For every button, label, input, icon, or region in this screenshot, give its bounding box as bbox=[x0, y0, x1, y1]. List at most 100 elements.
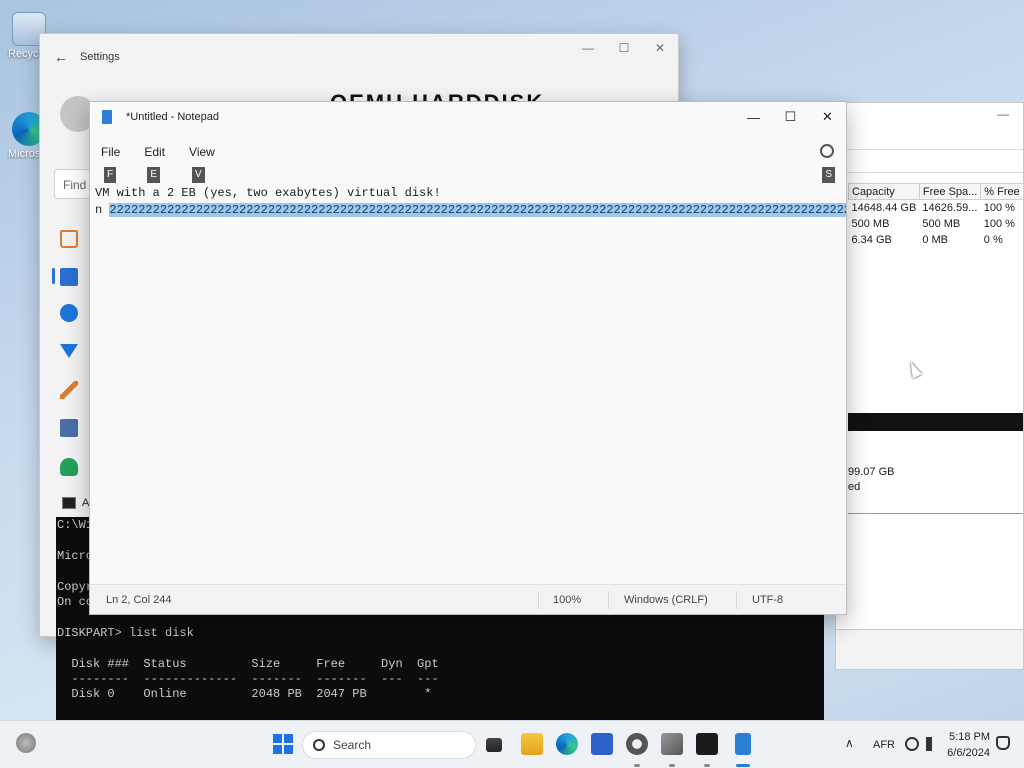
file-explorer-icon[interactable] bbox=[521, 733, 543, 755]
cursor-position: Ln 2, Col 244 bbox=[106, 593, 172, 606]
table-cell: 0 % bbox=[983, 233, 1003, 246]
column-header[interactable]: Free Spa... bbox=[918, 183, 982, 200]
divider bbox=[736, 591, 737, 609]
minimize-button[interactable]: — bbox=[570, 34, 606, 62]
menu-label: File bbox=[101, 145, 121, 159]
window-controls: — ☐ ✕ bbox=[735, 102, 846, 132]
notification-icon[interactable] bbox=[996, 736, 1010, 750]
running-indicator bbox=[704, 764, 710, 767]
maximize-button[interactable]: ☐ bbox=[772, 102, 809, 132]
terminal-icon bbox=[62, 497, 76, 509]
table-cell: 14626.59... bbox=[922, 201, 978, 214]
toolbar bbox=[836, 149, 1023, 173]
table-cell: 500 MB bbox=[851, 217, 890, 230]
start-icon[interactable] bbox=[273, 734, 293, 754]
network-icon[interactable] bbox=[60, 344, 78, 358]
store-icon[interactable] bbox=[591, 733, 613, 755]
edge-desktop-icon[interactable]: Microsoft Edge bbox=[0, 112, 81, 160]
menu-view[interactable]: View V bbox=[189, 145, 215, 183]
menu-label: View bbox=[189, 145, 215, 159]
minimize-button[interactable]: — bbox=[997, 107, 1009, 121]
disk-status: ed bbox=[848, 481, 861, 493]
table-cell: 100 % bbox=[983, 217, 1015, 230]
time: 5:18 PM bbox=[949, 731, 990, 743]
back-arrow-icon[interactable]: ← bbox=[54, 49, 80, 65]
bluetooth-icon[interactable] bbox=[60, 304, 78, 322]
legend-bar bbox=[836, 629, 1023, 669]
zoom-level[interactable]: 100% bbox=[553, 594, 581, 606]
table-cell: 14648.44 GB bbox=[851, 201, 917, 214]
home-icon[interactable] bbox=[60, 230, 78, 248]
menu-bar: File F Edit E View V S bbox=[90, 132, 846, 183]
menu-edit[interactable]: Edit E bbox=[144, 145, 166, 183]
maximize-button[interactable]: ☐ bbox=[606, 34, 642, 62]
settings-icon[interactable] bbox=[626, 733, 648, 755]
text-line: n 22222222222222222222222222222222222222… bbox=[90, 202, 846, 219]
edge-icon[interactable] bbox=[556, 733, 578, 755]
keytip-badge: S bbox=[822, 167, 835, 183]
personalization-icon[interactable] bbox=[60, 381, 78, 399]
accounts-icon[interactable] bbox=[60, 458, 78, 476]
table-cell: 500 MB bbox=[922, 217, 961, 230]
line-ending[interactable]: Windows (CRLF) bbox=[624, 594, 708, 606]
computer-management-icon[interactable] bbox=[661, 733, 683, 755]
keytip-badge: F bbox=[104, 167, 117, 183]
disk-management-window: — Capacity Free Spa... % Free 14648.44 G… bbox=[835, 102, 1024, 670]
close-button[interactable]: ✕ bbox=[809, 102, 846, 132]
minimize-button[interactable]: — bbox=[735, 102, 772, 132]
search-label: Search bbox=[333, 738, 372, 752]
table-cell: 100 % bbox=[983, 201, 1015, 214]
disk-size: 99.07 GB bbox=[848, 466, 895, 478]
recycle-bin-desktop-icon[interactable]: Recycle bbox=[0, 12, 48, 60]
notepad-titlebar[interactable]: *Untitled - Notepad — ☐ ✕ bbox=[90, 102, 846, 132]
volume-icon[interactable] bbox=[926, 737, 938, 751]
apps-icon[interactable] bbox=[60, 419, 78, 437]
gear-icon[interactable] bbox=[820, 144, 834, 158]
divider bbox=[538, 591, 539, 609]
active-indicator bbox=[736, 764, 750, 767]
notepad-window: *Untitled - Notepad — ☐ ✕ File F Edit E … bbox=[89, 101, 847, 615]
settings-window-controls: — ☐ ✕ bbox=[570, 34, 678, 62]
task-view-icon[interactable] bbox=[486, 738, 502, 752]
keytip-badge: E bbox=[147, 167, 161, 183]
network-icon[interactable] bbox=[905, 737, 919, 751]
desktop-icon-label: Recycle bbox=[8, 48, 48, 60]
text-line: VM with a 2 EB (yes, two exabytes) virtu… bbox=[95, 186, 441, 200]
disk-bar bbox=[848, 413, 1023, 431]
encoding[interactable]: UTF-8 bbox=[752, 594, 783, 606]
clock[interactable]: 5:18 PM 6/6/2024 bbox=[945, 729, 990, 761]
menu-label: Edit bbox=[144, 145, 166, 159]
notepad-icon bbox=[102, 110, 112, 124]
column-header[interactable]: Capacity bbox=[848, 183, 920, 200]
table-row[interactable]: 14648.44 GB 14626.59... 100 % bbox=[849, 200, 1024, 216]
menu-file[interactable]: File F bbox=[101, 145, 121, 183]
keytip-badge: V bbox=[192, 167, 205, 183]
taskbar-search[interactable]: Search bbox=[302, 731, 476, 759]
taskbar: Search ∧ AFR 5:18 PM 6/6/2024 bbox=[0, 720, 1024, 768]
table-cell: 0 MB bbox=[922, 233, 949, 246]
date: 6/6/2024 bbox=[947, 747, 990, 759]
table-row[interactable]: 500 MB 500 MB 100 % bbox=[849, 216, 1024, 232]
table-row[interactable]: 6.34 GB 0 MB 0 % bbox=[849, 232, 1024, 248]
divider bbox=[608, 591, 609, 609]
running-indicator bbox=[634, 764, 640, 767]
volume-table: Capacity Free Spa... % Free 14648.44 GB … bbox=[848, 183, 1024, 248]
close-button[interactable]: ✕ bbox=[642, 34, 678, 62]
window-title: *Untitled - Notepad bbox=[126, 111, 219, 123]
notepad-icon[interactable] bbox=[735, 733, 751, 755]
divider bbox=[848, 513, 1023, 514]
desktop-icon-label: Microsoft Edge bbox=[8, 148, 81, 160]
column-header[interactable]: % Free bbox=[980, 183, 1024, 200]
selected-text: 2222222222222222222222222222222222222222… bbox=[109, 203, 846, 217]
text-editor[interactable]: VM with a 2 EB (yes, two exabytes) virtu… bbox=[90, 185, 846, 584]
status-bar: Ln 2, Col 244 100% Windows (CRLF) UTF-8 bbox=[90, 584, 846, 614]
system-icon[interactable] bbox=[60, 268, 78, 286]
terminal-icon[interactable] bbox=[696, 733, 718, 755]
settings-title: Settings bbox=[80, 51, 120, 63]
text-fragment: n bbox=[95, 203, 110, 217]
running-indicator bbox=[669, 764, 675, 767]
disk-info: 99.07 GB ed bbox=[848, 465, 894, 495]
language-indicator[interactable]: AFR bbox=[873, 739, 895, 751]
widgets-icon[interactable] bbox=[16, 733, 36, 753]
chevron-up-icon[interactable]: ∧ bbox=[845, 736, 854, 750]
